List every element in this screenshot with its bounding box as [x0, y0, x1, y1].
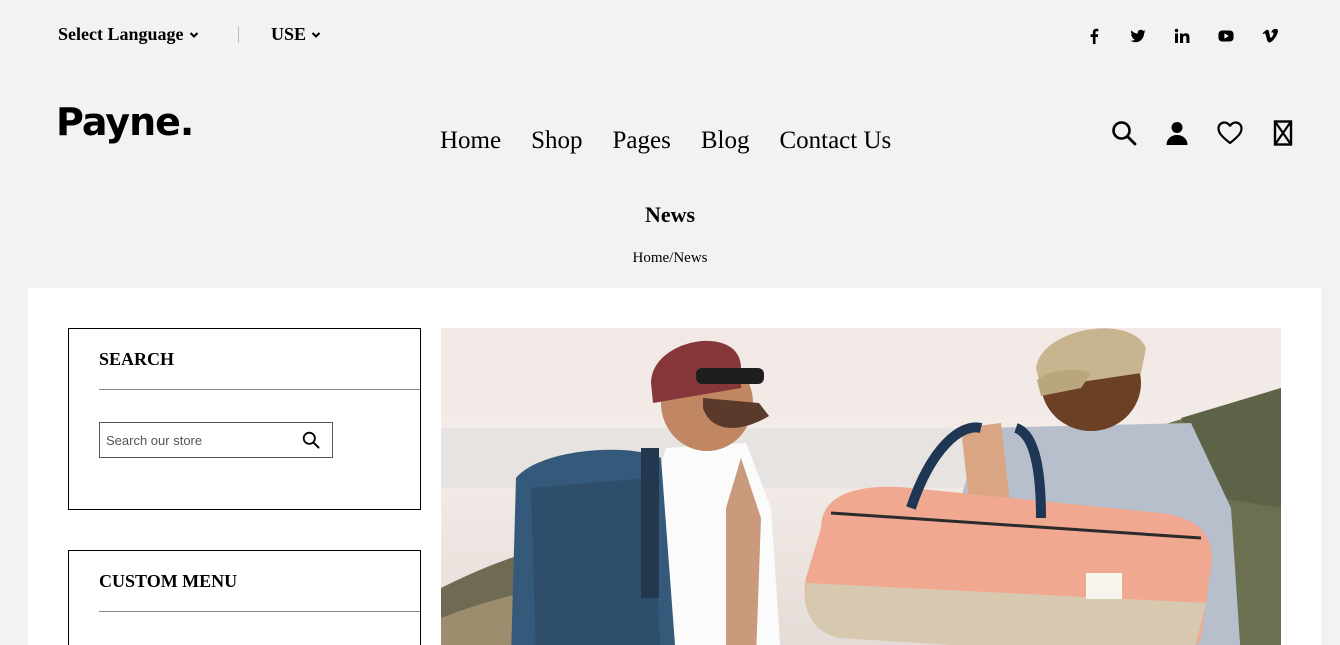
search-widget-title: SEARCH — [99, 349, 175, 369]
search-icon[interactable] — [302, 430, 322, 450]
linkedin-icon[interactable] — [1160, 26, 1204, 46]
currency-selector[interactable]: USE — [271, 24, 321, 45]
nav-contact-us[interactable]: Contact Us — [779, 127, 891, 155]
currency-label: USE — [271, 24, 307, 44]
nav-home[interactable]: Home — [440, 127, 501, 155]
two-men-with-bags-photo — [441, 328, 1281, 645]
cart-icon[interactable] — [1270, 118, 1296, 148]
widget-divider — [99, 611, 420, 612]
header-icons — [1111, 118, 1296, 148]
nav-pages[interactable]: Pages — [613, 127, 671, 155]
chevron-down-icon — [311, 31, 321, 38]
facebook-icon[interactable] — [1072, 26, 1116, 46]
topbar-divider — [238, 26, 239, 43]
search-box — [99, 422, 333, 458]
search-input[interactable] — [104, 431, 298, 449]
site-logo[interactable]: Payne. — [56, 100, 194, 144]
widget-divider — [99, 389, 420, 390]
heart-icon[interactable] — [1217, 118, 1243, 148]
search-widget: SEARCH — [68, 328, 421, 510]
user-icon[interactable] — [1164, 118, 1190, 148]
breadcrumb-home[interactable]: Home — [632, 250, 669, 266]
page-title: News — [644, 202, 696, 227]
main-nav: Home Shop Pages Blog Contact Us — [440, 127, 891, 155]
breadcrumb-current: News — [673, 250, 708, 266]
twitter-icon[interactable] — [1116, 26, 1160, 46]
search-icon[interactable] — [1111, 118, 1137, 148]
language-label: Select Language — [58, 24, 184, 44]
breadcrumb: Home/News — [0, 250, 1340, 267]
nav-blog[interactable]: Blog — [701, 127, 750, 155]
blog-featured-image[interactable] — [441, 328, 1281, 645]
nav-shop[interactable]: Shop — [531, 127, 582, 155]
custom-menu-widget: CUSTOM MENU — [68, 550, 421, 645]
language-selector[interactable]: Select Language — [58, 24, 199, 45]
youtube-icon[interactable] — [1204, 26, 1248, 46]
social-links — [1072, 26, 1292, 46]
vimeo-icon[interactable] — [1248, 26, 1292, 46]
chevron-down-icon — [189, 31, 198, 38]
main-content: SEARCH CUSTOM MENU — [28, 288, 1321, 645]
top-bar: Select Language USE — [0, 0, 1340, 70]
custom-menu-title: CUSTOM MENU — [99, 571, 238, 591]
